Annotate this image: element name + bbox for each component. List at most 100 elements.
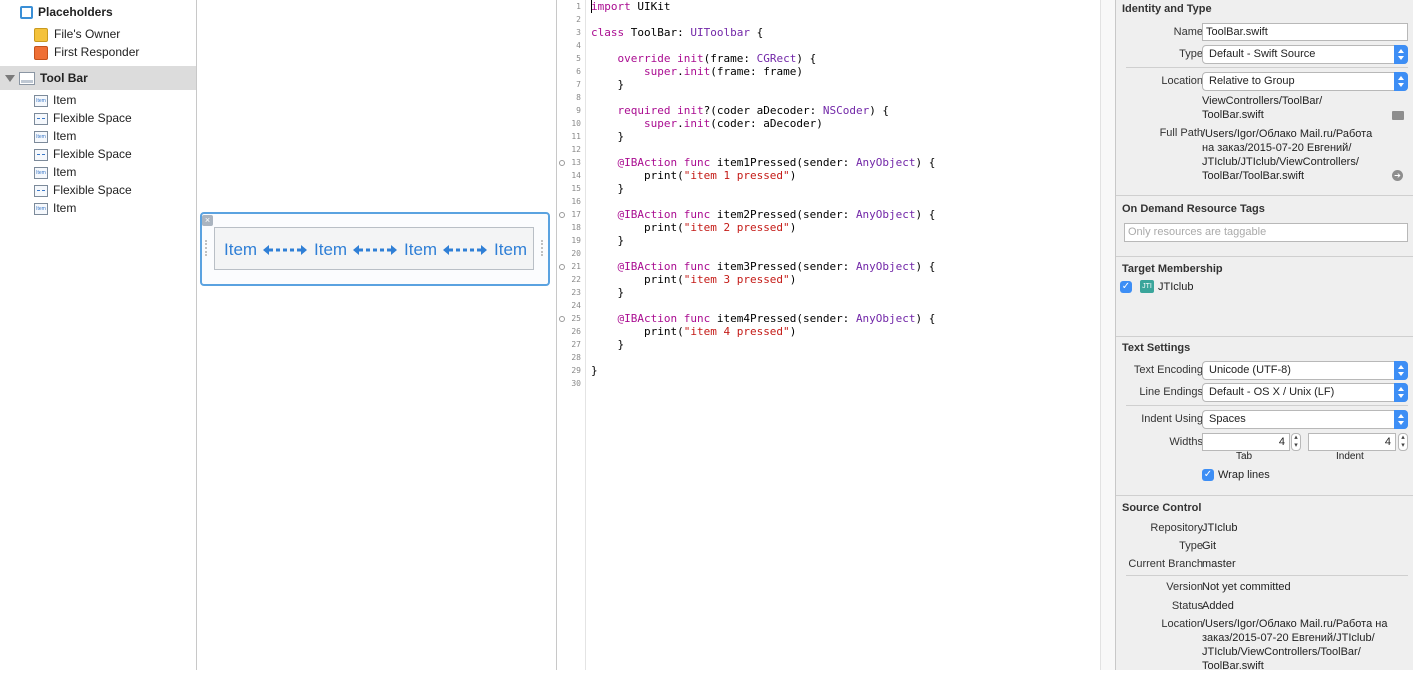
outline-flexible-space[interactable]: Flexible Space [34, 109, 132, 127]
code-line[interactable]: } [591, 234, 624, 247]
line-number: 23 [571, 288, 581, 297]
full-path-line-2: на заказ/2015-07-20 Евгений/ [1202, 142, 1352, 154]
line-number: 27 [571, 340, 581, 349]
code-line[interactable]: } [591, 286, 624, 299]
indent-using-popup[interactable]: Spaces [1202, 410, 1408, 429]
first-responder-cube-icon [34, 45, 48, 60]
version-label: Version [1166, 581, 1203, 593]
code-line[interactable]: required init?(coder aDecoder: NSCoder) … [591, 104, 890, 117]
outline-toolbar[interactable]: Tool Bar [0, 66, 196, 90]
code-line[interactable]: print("item 2 pressed") [591, 221, 796, 234]
line-number: 20 [571, 249, 581, 258]
outline-child-label: Flexible Space [53, 111, 132, 125]
interface-canvas[interactable]: × Item Item Item Item [197, 0, 556, 670]
toolbar-item-3[interactable]: Item [404, 240, 437, 260]
code-line[interactable]: print("item 3 pressed") [591, 273, 796, 286]
code-token: override [617, 52, 671, 65]
disclosure-triangle-icon[interactable] [5, 75, 15, 83]
code-line[interactable]: super.init(coder: aDecoder) [591, 117, 823, 130]
on-demand-section-title: On Demand Resource Tags [1122, 203, 1265, 215]
code-line[interactable]: class ToolBar: UIToolbar { [591, 26, 763, 39]
ibaction-connection-icon[interactable] [559, 212, 565, 218]
line-number: 2 [576, 15, 581, 24]
code-token: init [677, 52, 704, 65]
code-token: NSCoder [822, 104, 870, 117]
code-line[interactable]: } [591, 182, 624, 195]
outline-item[interactable]: Item Item [34, 199, 76, 217]
location-popup[interactable]: Relative to Group [1202, 72, 1408, 91]
file-type-popup[interactable]: Default - Swift Source [1202, 45, 1408, 64]
outline-flexible-space[interactable]: Flexible Space [34, 181, 132, 199]
editor-scrollbar[interactable] [1100, 0, 1116, 670]
full-path-label: Full Path [1159, 127, 1203, 139]
code-line[interactable]: @IBAction func item4Pressed(sender: AnyO… [591, 312, 936, 325]
line-number: 6 [576, 67, 581, 76]
tab-width-stepper[interactable]: ▴ ▾ [1291, 433, 1301, 451]
code-line[interactable]: } [591, 338, 624, 351]
files-owner-label: File's Owner [54, 27, 121, 41]
line-number: 16 [571, 197, 581, 206]
text-cursor [591, 0, 592, 13]
outline-flexible-space[interactable]: Flexible Space [34, 145, 132, 163]
folder-icon[interactable] [1392, 111, 1404, 120]
close-icon[interactable]: × [202, 215, 213, 226]
status-value: Added [1202, 600, 1234, 612]
code-line[interactable]: @IBAction func item2Pressed(sender: AnyO… [591, 208, 936, 221]
outline-files-owner[interactable]: File's Owner [34, 25, 120, 43]
ibaction-connection-icon[interactable] [559, 264, 565, 270]
resource-tags-field[interactable]: Only resources are taggable [1124, 223, 1408, 242]
outline-item[interactable]: Item Item [34, 91, 76, 109]
ibaction-connection-icon[interactable] [559, 160, 565, 166]
divider [1126, 67, 1408, 68]
code-line[interactable]: @IBAction func item3Pressed(sender: AnyO… [591, 260, 936, 273]
bar-button-item-icon: Item [34, 94, 48, 107]
files-owner-cube-icon [34, 27, 48, 42]
code-line[interactable]: } [591, 78, 624, 91]
toolbar-item-1[interactable]: Item [224, 240, 257, 260]
code-line[interactable]: print("item 1 pressed") [591, 169, 796, 182]
flexible-space-1[interactable] [262, 244, 308, 256]
line-endings-popup[interactable]: Default - OS X / Unix (LF) [1202, 383, 1408, 402]
code-token: @IBAction [617, 156, 678, 169]
code-line[interactable]: super.init(frame: frame) [591, 65, 803, 78]
reveal-in-finder-arrow-icon[interactable]: ➔ [1392, 170, 1403, 181]
line-number: 26 [571, 327, 581, 336]
resize-handle-left[interactable] [205, 240, 209, 256]
code-line[interactable]: import UIKit [591, 0, 671, 13]
code-token: item1Pressed(sender: [710, 156, 856, 169]
indent-width-stepper[interactable]: ▴ ▾ [1398, 433, 1408, 451]
code-editor[interactable]: 1 2 3 4 5 6 7 8 9 10 11 12 13 14 15 16 17 18 19 20 21 22 23 24 2… [556, 0, 1101, 670]
identity-section-title: Identity and Type [1122, 3, 1212, 15]
type-label: Type [1179, 48, 1203, 60]
toolbar-item-2[interactable]: Item [314, 240, 347, 260]
code-line[interactable]: } [591, 130, 624, 143]
ibaction-connection-icon[interactable] [559, 316, 565, 322]
line-number-gutter[interactable]: 1 2 3 4 5 6 7 8 9 10 11 12 13 14 15 16 17 18 19 20 21 22 23 24 2… [557, 0, 586, 670]
outline-item[interactable]: Item Item [34, 163, 76, 181]
outline-item[interactable]: Item Item [34, 127, 76, 145]
code-line[interactable]: @IBAction func item1Pressed(sender: AnyO… [591, 156, 936, 169]
flexible-space-3[interactable] [442, 244, 488, 256]
outline-placeholders[interactable]: Placeholders [20, 3, 113, 21]
code-token: "item 2 pressed" [683, 221, 790, 234]
code-line[interactable]: } [591, 364, 598, 377]
flexible-space-2[interactable] [352, 244, 398, 256]
tab-width-field[interactable]: 4 [1202, 433, 1290, 451]
target-checkbox[interactable]: ✓ [1120, 281, 1132, 293]
resize-handle-right[interactable] [541, 240, 545, 256]
outline-first-responder[interactable]: First Responder [34, 43, 139, 61]
toolbar-item-4[interactable]: Item [494, 240, 527, 260]
indent-width-field[interactable]: 4 [1308, 433, 1396, 451]
target-section-title: Target Membership [1122, 263, 1223, 275]
location-value: Relative to Group [1209, 75, 1295, 87]
code-line[interactable]: print("item 4 pressed") [591, 325, 796, 338]
encoding-popup[interactable]: Unicode (UTF-8) [1202, 361, 1408, 380]
popup-arrows-icon [1394, 72, 1408, 91]
wrap-lines-checkbox[interactable]: ✓ [1202, 469, 1214, 481]
code-token: ) { [915, 260, 936, 273]
code-line[interactable]: override init(frame: CGRect) { [591, 52, 817, 65]
code-token: @IBAction [617, 208, 678, 221]
name-field[interactable]: ToolBar.swift [1202, 23, 1408, 41]
